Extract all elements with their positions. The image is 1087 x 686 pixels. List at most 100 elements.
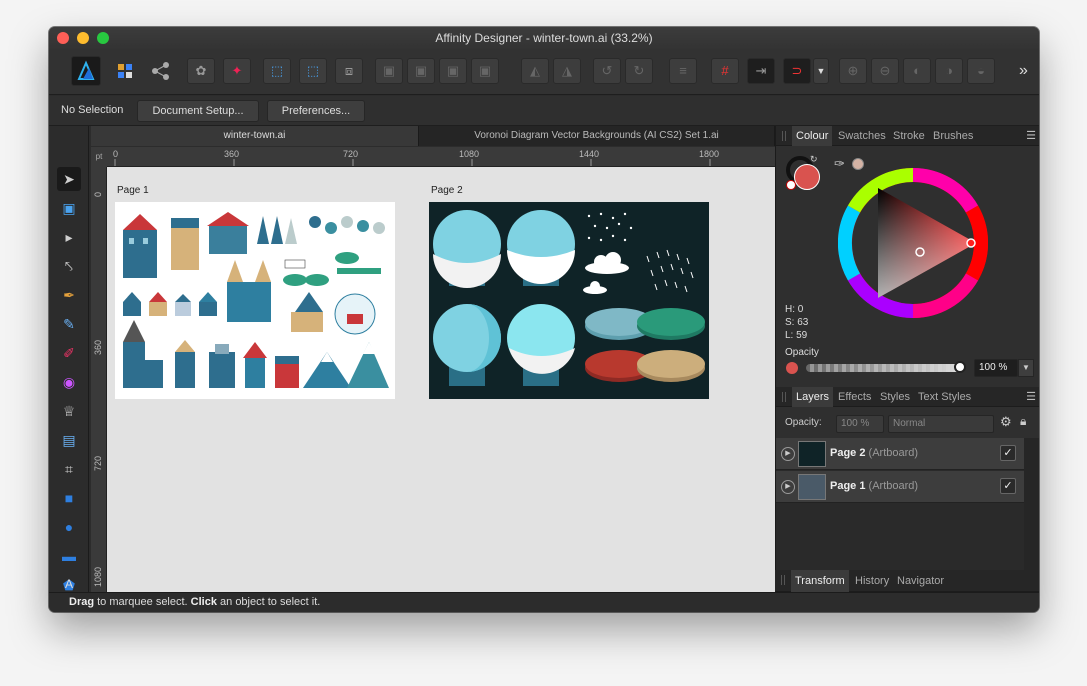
tools-panel: ➤ ▣ ▸ ⤣ ✒ ✎ ✐ ◉ ♕ ▤ ⌗ ■ ● ▬ ⬟ bbox=[49, 126, 89, 593]
ruler-tick: 360 bbox=[224, 149, 240, 159]
rotate-left-icon[interactable]: ↺ bbox=[593, 58, 621, 84]
ruler-tick: 1080 bbox=[93, 566, 103, 587]
layer-visibility-checkbox[interactable]: ✓ bbox=[1000, 445, 1016, 461]
layers-scrollbar[interactable] bbox=[1024, 438, 1039, 572]
snapping-settings-icon[interactable]: ✦ bbox=[223, 58, 251, 84]
boolean-divide-icon[interactable]: ◒ bbox=[967, 58, 995, 84]
minimize-window-button[interactable] bbox=[77, 32, 89, 44]
layer-row-page-1[interactable]: ▶ Page 1 (Artboard) ✓ bbox=[776, 471, 1024, 503]
node-tool-icon[interactable]: ▸ bbox=[57, 225, 81, 249]
colour-wheel[interactable] bbox=[838, 168, 988, 318]
layers-panel-tabs: Layers Effects Styles Text Styles ☰ bbox=[776, 387, 1039, 407]
layer-name: Page 2 (Artboard) bbox=[830, 447, 919, 459]
tab-voronoi[interactable]: Voronoi Diagram Vector Backgrounds (AI C… bbox=[419, 126, 775, 146]
transform-origin-icon[interactable]: ⬚ bbox=[299, 58, 327, 84]
layer-visibility-checkbox[interactable]: ✓ bbox=[1000, 478, 1016, 494]
expand-layer-icon[interactable]: ▶ bbox=[781, 480, 795, 494]
place-image-tool-icon[interactable]: ▤ bbox=[57, 428, 81, 452]
rounded-rectangle-tool-icon[interactable]: ▬ bbox=[57, 544, 81, 568]
boolean-intersect-icon[interactable]: ◐ bbox=[903, 58, 931, 84]
boolean-subtract-icon[interactable]: ⊖ bbox=[871, 58, 899, 84]
artboard-page-2[interactable] bbox=[429, 202, 709, 399]
transparency-tool-icon[interactable]: ♕ bbox=[57, 399, 81, 423]
boolean-add-icon[interactable]: ⊕ bbox=[839, 58, 867, 84]
tab-transform[interactable]: Transform bbox=[791, 570, 849, 592]
opacity-dropdown-icon[interactable]: ▼ bbox=[1018, 359, 1034, 377]
tab-history[interactable]: History bbox=[855, 570, 889, 592]
point-transform-tool-icon[interactable]: ⤣ bbox=[57, 254, 81, 278]
pen-tool-icon[interactable]: ✒ bbox=[57, 283, 81, 307]
tab-navigator[interactable]: Navigator bbox=[897, 570, 944, 592]
panel-grip[interactable] bbox=[782, 392, 786, 402]
panel-menu-icon[interactable]: ☰ bbox=[1026, 390, 1036, 403]
tab-stroke[interactable]: Stroke bbox=[893, 126, 925, 146]
snapping-magnet-icon[interactable]: ⊃ bbox=[783, 58, 811, 84]
zoom-window-button[interactable] bbox=[97, 32, 109, 44]
tab-styles[interactable]: Styles bbox=[880, 387, 910, 407]
snap-to-icon[interactable]: ⇥ bbox=[747, 58, 775, 84]
rotate-right-icon[interactable]: ↻ bbox=[625, 58, 653, 84]
boolean-xor-icon[interactable]: ◑ bbox=[935, 58, 963, 84]
artboard-label-page-2[interactable]: Page 2 bbox=[431, 185, 463, 196]
designer-persona-icon[interactable] bbox=[71, 56, 101, 86]
preferences-button[interactable]: Preferences... bbox=[267, 100, 365, 122]
tab-brushes[interactable]: Brushes bbox=[933, 126, 973, 146]
layer-settings-icon[interactable]: ⚙ bbox=[1000, 414, 1012, 430]
select-all-icon[interactable]: ⬚ bbox=[263, 58, 291, 84]
pixel-persona-icon[interactable] bbox=[111, 58, 139, 84]
blend-mode-select[interactable]: Normal bbox=[888, 415, 994, 433]
flip-vertical-icon[interactable]: ◮ bbox=[553, 58, 581, 84]
swap-colours-icon[interactable]: ↻ bbox=[810, 154, 818, 165]
artboard-page-1[interactable] bbox=[115, 202, 395, 399]
brush-tool-icon[interactable]: ✐ bbox=[57, 341, 81, 365]
assistant-icon[interactable]: ✿ bbox=[187, 58, 215, 84]
layer-opacity-field[interactable]: 100 % bbox=[836, 415, 884, 433]
opacity-value-field[interactable]: 100 % bbox=[974, 359, 1018, 377]
selection-status: No Selection bbox=[61, 104, 124, 116]
align-icon[interactable]: ≡ bbox=[669, 58, 697, 84]
grid-icon[interactable]: # bbox=[711, 58, 739, 84]
transform-icon[interactable]: ⧈ bbox=[335, 58, 363, 84]
rectangle-tool-icon[interactable]: ■ bbox=[57, 486, 81, 510]
text-tool-icon[interactable]: A bbox=[57, 576, 81, 592]
arrange-front-icon[interactable]: ▣ bbox=[471, 58, 499, 84]
arrange-back-icon[interactable]: ▣ bbox=[375, 58, 403, 84]
arrange-forward-icon[interactable]: ▣ bbox=[439, 58, 467, 84]
tab-winter-town[interactable]: winter-town.ai bbox=[91, 126, 419, 146]
artboard-tool-icon[interactable]: ▣ bbox=[57, 196, 81, 220]
crop-tool-icon[interactable]: ⌗ bbox=[57, 457, 81, 481]
canvas[interactable]: Page 1 Page 2 bbox=[107, 167, 775, 592]
ruler-tick: 360 bbox=[93, 339, 103, 355]
arrange-backward-icon[interactable]: ▣ bbox=[407, 58, 435, 84]
fill-well[interactable] bbox=[794, 164, 820, 190]
layers-list: ▶ Page 2 (Artboard) ✓ ▶ Page 1 (Artboard… bbox=[776, 438, 1039, 572]
tab-colour[interactable]: Colour bbox=[792, 126, 833, 146]
panel-grip[interactable] bbox=[782, 131, 786, 141]
no-fill-icon[interactable] bbox=[786, 180, 796, 190]
tab-effects[interactable]: Effects bbox=[838, 387, 871, 407]
layer-lock-icon[interactable]: 🔒︎ bbox=[1020, 414, 1026, 429]
opacity-slider-handle[interactable] bbox=[954, 361, 966, 373]
fill-tool-icon[interactable]: ◉ bbox=[57, 370, 81, 394]
vertical-ruler[interactable]: 0 360 720 1080 bbox=[91, 167, 107, 592]
opacity-slider[interactable] bbox=[806, 364, 962, 372]
flip-horizontal-icon[interactable]: ◭ bbox=[521, 58, 549, 84]
move-tool-icon[interactable]: ➤ bbox=[57, 167, 81, 191]
pencil-tool-icon[interactable]: ✎ bbox=[57, 312, 81, 336]
panel-menu-icon[interactable]: ☰ bbox=[1026, 129, 1036, 142]
toolbar-overflow-icon[interactable]: » bbox=[1019, 62, 1028, 80]
tab-text-styles[interactable]: Text Styles bbox=[918, 387, 971, 407]
snapping-dropdown-icon[interactable]: ▼ bbox=[813, 58, 829, 84]
tab-swatches[interactable]: Swatches bbox=[838, 126, 886, 146]
layer-row-page-2[interactable]: ▶ Page 2 (Artboard) ✓ bbox=[776, 438, 1024, 470]
tab-layers[interactable]: Layers bbox=[792, 387, 834, 407]
expand-layer-icon[interactable]: ▶ bbox=[781, 447, 795, 461]
horizontal-ruler[interactable]: 0 360 720 1080 1440 1800 bbox=[107, 147, 775, 167]
artboard-label-page-1[interactable]: Page 1 bbox=[117, 185, 149, 196]
export-persona-icon[interactable] bbox=[147, 58, 175, 84]
ellipse-tool-icon[interactable]: ● bbox=[57, 515, 81, 539]
document-setup-button[interactable]: Document Setup... bbox=[137, 100, 259, 122]
close-window-button[interactable] bbox=[57, 32, 69, 44]
panel-grip[interactable] bbox=[781, 575, 785, 585]
main-toolbar: ✿ ✦ ⬚ ⬚ ⧈ ▣ ▣ ▣ ▣ ◭ ◮ ↺ ↻ ≡ # ⇥ ⊃ ▼ ⊕ ⊖ … bbox=[49, 49, 1039, 95]
